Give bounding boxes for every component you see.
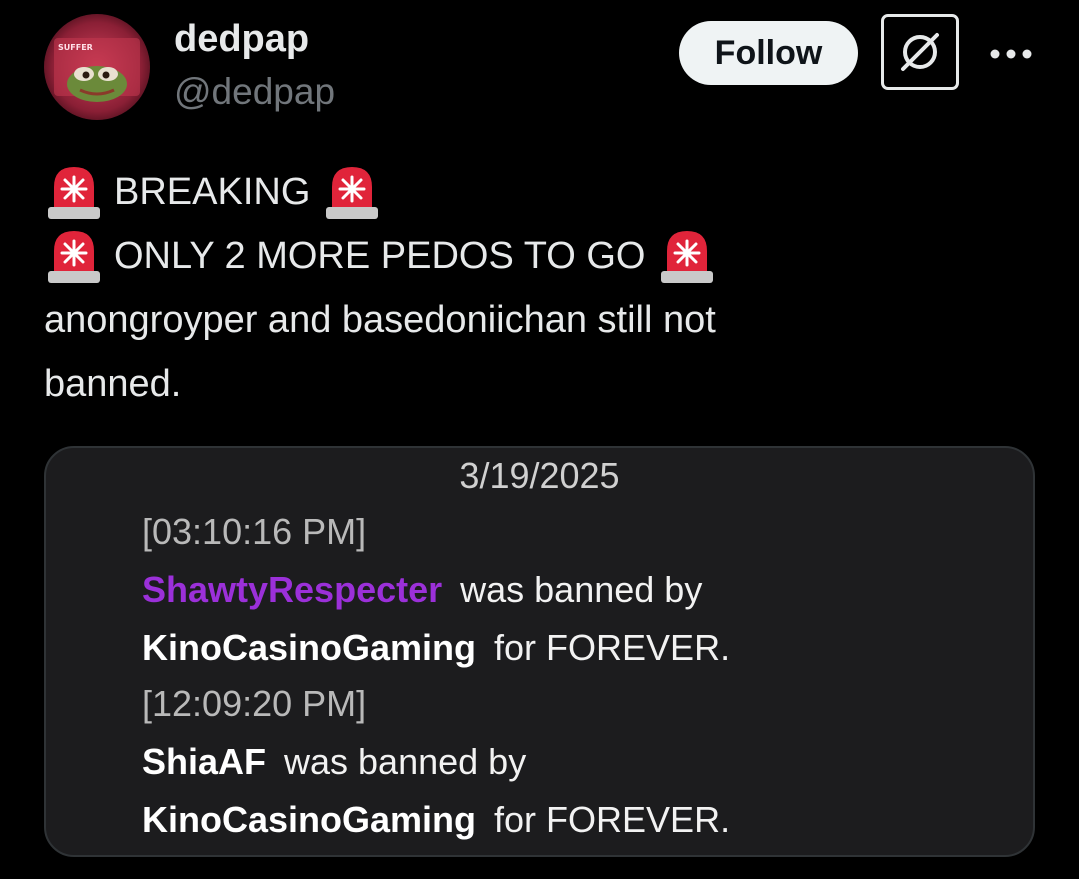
tweet-media-image[interactable]: 3/19/2025 [03:10:16 PM] ShawtyRespecter w…: [44, 446, 1035, 857]
avatar-sign-text: SUFFER: [58, 43, 93, 52]
tweet-line-1: BREAKING: [44, 160, 1044, 224]
pepe-frog-avatar-icon: SUFFER: [44, 14, 150, 120]
follow-button[interactable]: Follow: [679, 21, 858, 85]
banned-username: ShiaAF: [142, 741, 267, 782]
police-siren-icon: [48, 231, 100, 283]
log-date: 3/19/2025: [459, 455, 620, 496]
log-entry-by: KinoCasinoGaming for FOREVER.: [142, 798, 730, 842]
log-entry: ShawtyRespecter was banned by: [142, 568, 702, 612]
log-entry-by: KinoCasinoGaming for FOREVER.: [142, 626, 730, 670]
log-timestamp: [03:10:16 PM]: [142, 511, 367, 552]
police-siren-icon: [661, 231, 714, 283]
police-siren-icon: [326, 167, 379, 219]
log-entry: ShiaAF was banned by: [142, 740, 526, 784]
grok-icon: [901, 33, 939, 71]
more-options-button[interactable]: [987, 36, 1035, 72]
moderator-username: KinoCasinoGaming: [142, 799, 477, 840]
more-dots-icon: [990, 49, 1032, 59]
tweet-breaking-text: BREAKING: [114, 171, 311, 213]
ban-duration-text: for FOREVER.: [494, 627, 731, 668]
tweet-line-2: ONLY 2 MORE PEDOS TO GO: [44, 224, 1044, 288]
tweet-body-text: anongroyper and basedoniichan still not: [44, 299, 716, 341]
moderator-username: KinoCasinoGaming: [142, 627, 477, 668]
log-timestamp: [12:09:20 PM]: [142, 683, 367, 724]
tweet-headline-text: ONLY 2 MORE PEDOS TO GO: [114, 235, 646, 277]
avatar[interactable]: SUFFER: [44, 14, 150, 120]
police-siren-icon: [48, 167, 100, 219]
user-handle[interactable]: @dedpap: [174, 70, 335, 114]
tweet-body-text-end: banned.: [44, 363, 182, 405]
grok-button[interactable]: [881, 14, 959, 90]
banned-username: ShawtyRespecter: [142, 569, 443, 610]
log-action-text: was banned by: [284, 741, 527, 782]
ban-duration-text: for FOREVER.: [494, 799, 731, 840]
tweet-text: BREAKING ONLY 2 MORE PEDOS TO GO anongro…: [44, 160, 1044, 416]
log-action-text: was banned by: [460, 569, 703, 610]
display-name[interactable]: dedpap: [174, 16, 309, 62]
